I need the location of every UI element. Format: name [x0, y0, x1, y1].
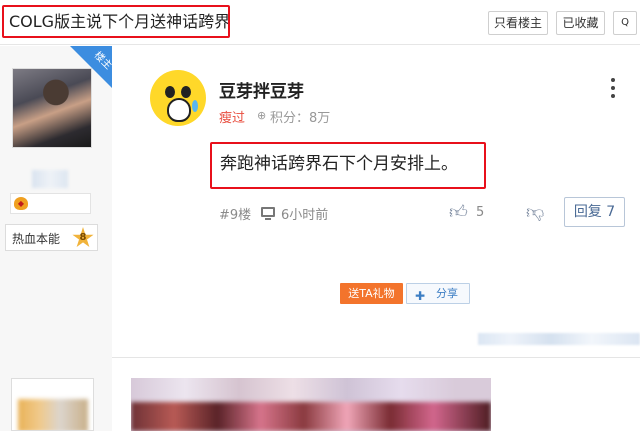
level-label: 热血本能 — [12, 232, 61, 246]
author-avatar[interactable] — [12, 68, 92, 148]
author-name-blurred[interactable] — [32, 170, 68, 188]
share-label: 分享 — [436, 287, 458, 300]
comment-icon-button[interactable]: Q — [613, 11, 637, 35]
post-floor: #9楼 — [219, 208, 252, 223]
vertical-dots-icon[interactable] — [611, 78, 617, 102]
next-post-image-blurred[interactable] — [131, 378, 491, 431]
author-level: 热血本能 8 — [5, 224, 98, 251]
thread-header: COLG版主说下个月送神话跨界 只看楼主 已收藏 Q — [0, 0, 640, 45]
medal-icon: ◆ — [14, 197, 28, 210]
post-divider — [112, 357, 640, 358]
post-content: 奔跑神话跨界石下个月安排上。 — [210, 142, 486, 189]
post-time: 6小时前 — [281, 208, 329, 223]
avatar-eye — [165, 86, 175, 98]
only-author-button[interactable]: 只看楼主 — [488, 11, 548, 35]
favorited-button[interactable]: 已收藏 — [556, 11, 605, 35]
avatar-eye — [181, 86, 191, 98]
avatar-tear — [192, 100, 198, 112]
share-button[interactable]: ✚ 分享 — [406, 283, 470, 304]
like-count: 5 — [476, 205, 485, 220]
post-author-rank: 瘦过 — [219, 111, 246, 126]
score-icon: ⊕ — [257, 109, 267, 122]
next-post-avatar[interactable] — [11, 378, 94, 431]
avatar-bill — [167, 98, 191, 122]
post-author-score: 积分：8万 — [270, 111, 331, 126]
thumbs-up-icon[interactable]: 👍︎ — [449, 201, 469, 223]
author-medal-bar[interactable]: ◆ — [10, 193, 91, 214]
thumbs-down-icon[interactable]: 👎︎ — [526, 201, 546, 223]
level-value: 8 — [79, 232, 87, 243]
post-author-name[interactable]: 豆芽拌豆芽 — [219, 77, 304, 102]
send-gift-button[interactable]: 送TA礼物 — [340, 283, 403, 304]
plus-cross-icon: ✚ — [415, 289, 426, 303]
post-author-avatar[interactable] — [150, 70, 206, 126]
monitor-icon — [261, 207, 275, 220]
reply-button[interactable]: 回复 7 — [564, 197, 625, 227]
thread-title: COLG版主说下个月送神话跨界 — [2, 5, 230, 38]
blurred-content-strip — [478, 333, 640, 345]
